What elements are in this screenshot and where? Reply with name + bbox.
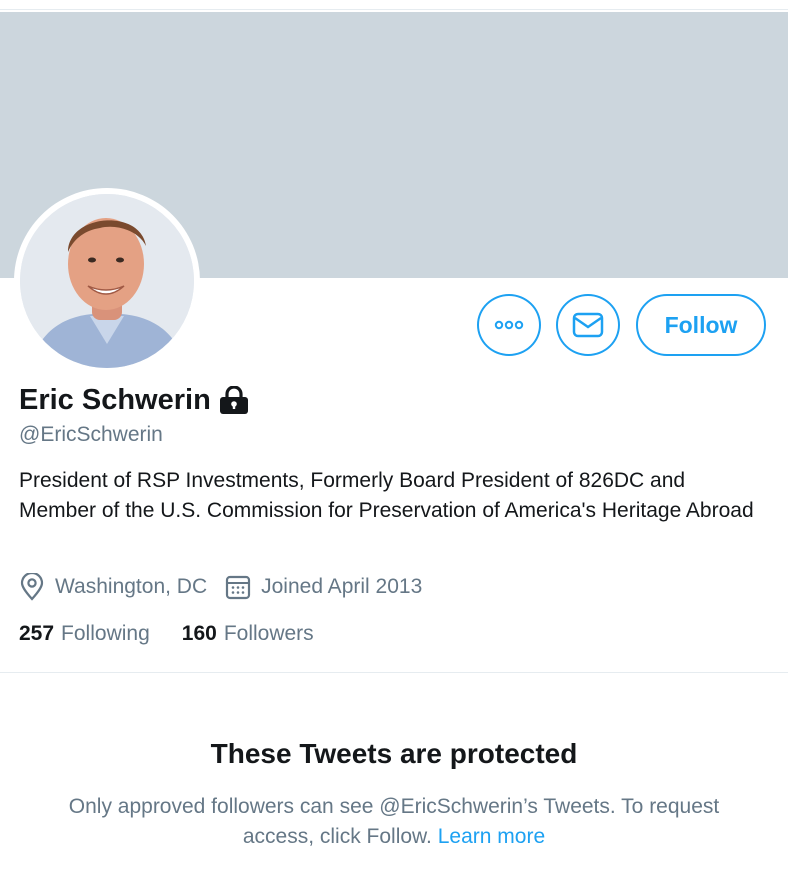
following-link[interactable]: 257 Following — [19, 622, 150, 646]
profile-bio: President of RSP Investments, Formerly B… — [19, 469, 754, 522]
avatar-photo — [20, 194, 194, 368]
protected-text: Only approved followers can see @EricSch… — [68, 795, 720, 848]
joined-text: Joined April 2013 — [261, 575, 423, 598]
message-button[interactable] — [556, 294, 620, 356]
profile-stats: 257 Following 160 Followers — [19, 618, 346, 650]
following-label: Following — [61, 622, 150, 645]
followers-label: Followers — [223, 622, 314, 645]
followers-link[interactable]: 160 Followers — [182, 622, 314, 646]
lock-icon — [218, 386, 250, 414]
profile-meta: Washington, DC Joined April 2013 — [19, 571, 440, 603]
more-options-button[interactable] — [477, 294, 541, 356]
profile-name-row: Eric Schwerin — [19, 382, 250, 418]
protected-message: Only approved followers can see @EricSch… — [40, 792, 748, 852]
learn-more-link[interactable]: Learn more — [438, 825, 545, 848]
avatar[interactable] — [20, 194, 194, 368]
followers-count: 160 — [181, 622, 217, 645]
top-border — [0, 0, 788, 10]
location-pin-icon — [20, 573, 44, 601]
more-icon — [494, 320, 524, 330]
section-divider — [0, 672, 788, 673]
profile-name: Eric Schwerin — [19, 383, 211, 416]
following-count: 257 — [19, 622, 55, 645]
location-text: Washington, DC — [55, 575, 208, 598]
envelope-icon — [572, 312, 604, 338]
location-item: Washington, DC — [19, 573, 207, 601]
joined-item: Joined April 2013 — [225, 574, 422, 600]
follow-button[interactable]: Follow — [636, 294, 766, 356]
calendar-icon — [226, 575, 251, 600]
profile-handle: @EricSchwerin — [19, 423, 163, 446]
protected-title: These Tweets are protected — [210, 738, 578, 769]
